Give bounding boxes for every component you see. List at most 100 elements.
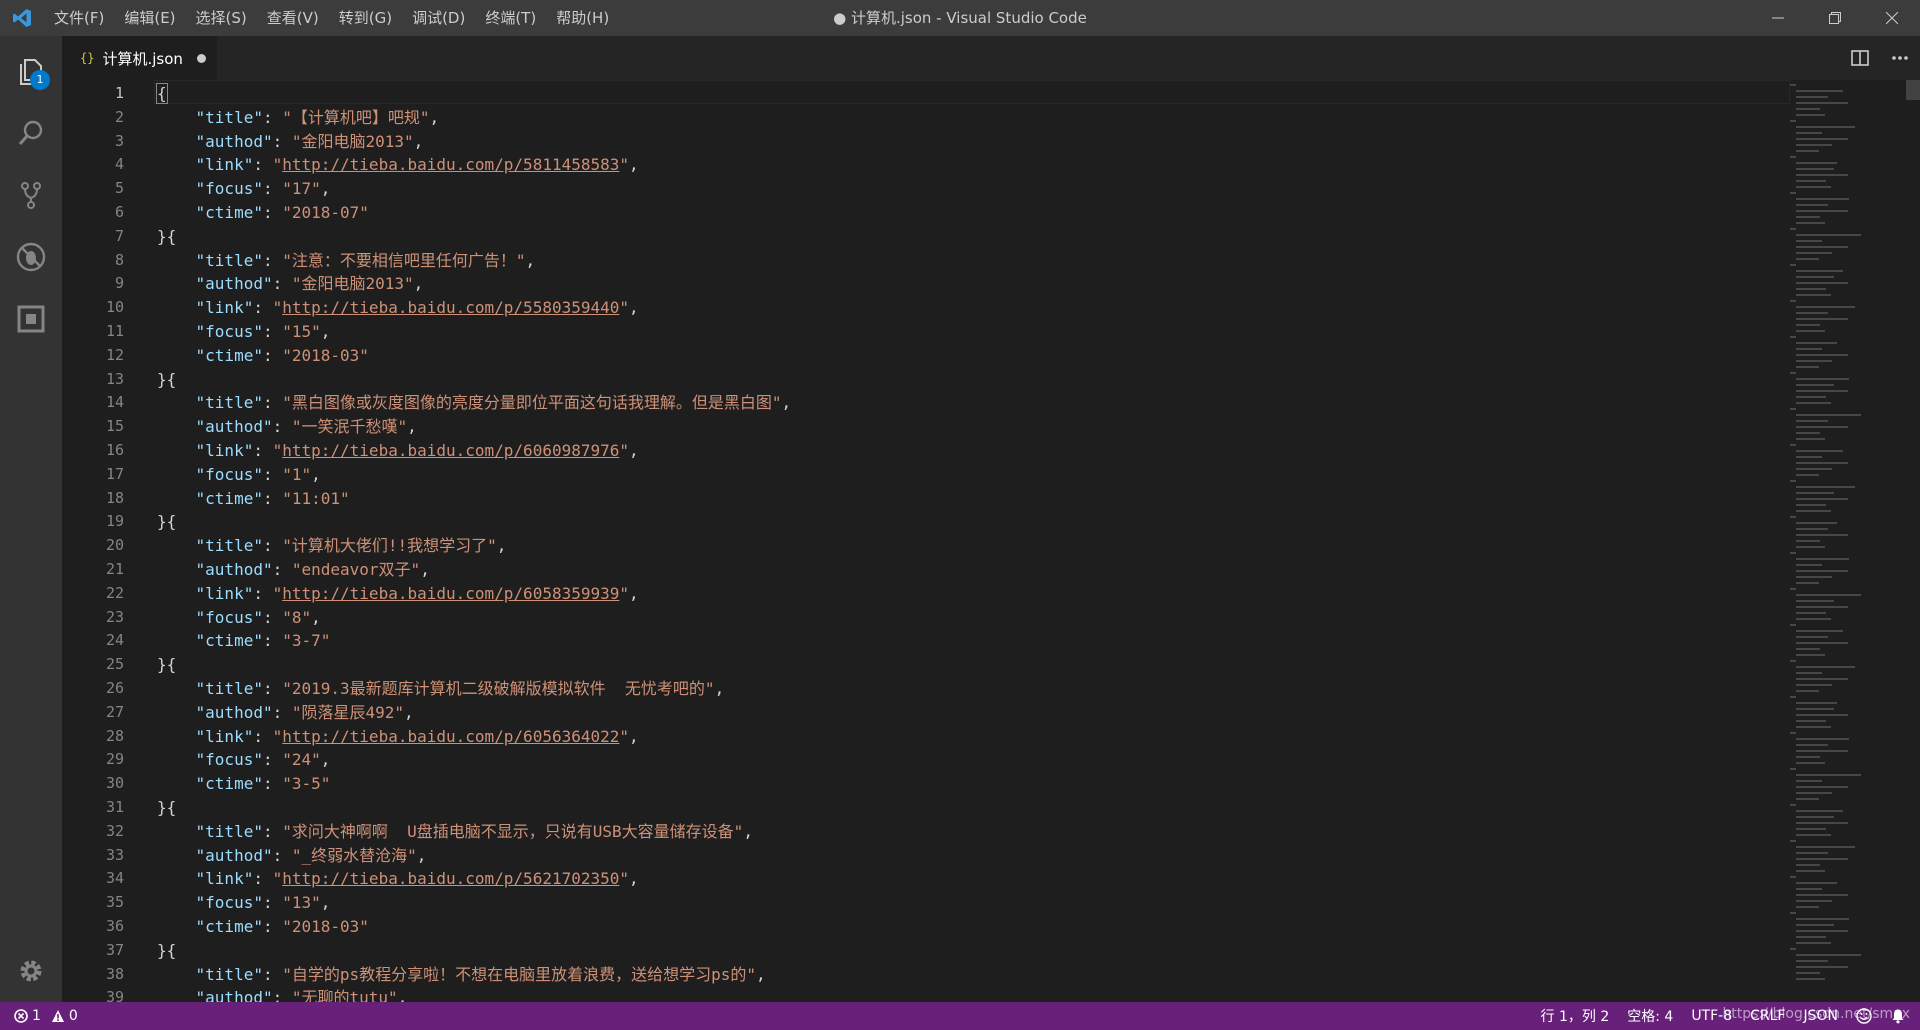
- code-line[interactable]: "link": "http://tieba.baidu.com/p/558035…: [157, 296, 639, 320]
- menu-go[interactable]: 转到(G): [329, 0, 402, 36]
- code-line[interactable]: "authod": "endeavor双子",: [157, 558, 430, 582]
- code-line[interactable]: "focus": "24",: [157, 748, 331, 772]
- json-punctuation: ,: [714, 679, 725, 698]
- tab-json-file[interactable]: {} 计算机.json: [62, 36, 217, 80]
- code-line[interactable]: "link": "http://tieba.baidu.com/p/562170…: [157, 867, 639, 891]
- json-link[interactable]: http://tieba.baidu.com/p/5811458583: [282, 155, 619, 174]
- minimap-line: [1796, 126, 1855, 128]
- json-punctuation: }{: [157, 226, 177, 246]
- menu-view[interactable]: 查看(V): [257, 0, 329, 36]
- json-link[interactable]: http://tieba.baidu.com/p/5621702350: [282, 869, 619, 888]
- code-line[interactable]: "ctime": "11:01": [157, 487, 350, 511]
- code-line[interactable]: "authod": "一笑泯千愁嘆",: [157, 415, 417, 439]
- code-line[interactable]: "title": "求问大神啊啊 U盘插电脑不显示，只说有USB大容量储存设备"…: [157, 820, 753, 844]
- debug-button[interactable]: [0, 226, 62, 288]
- minimap-line: [1796, 642, 1848, 644]
- scrollbar-thumb[interactable]: [1906, 80, 1920, 100]
- code-line[interactable]: "authod": "金阳电脑2013",: [157, 130, 424, 154]
- code-line[interactable]: "title": "计算机大佬们!!我想学习了",: [157, 534, 507, 558]
- code-line[interactable]: "title": "【计算机吧】吧规",: [157, 106, 440, 130]
- indentation-status[interactable]: 空格: 4: [1627, 1006, 1673, 1026]
- settings-button[interactable]: [0, 940, 62, 1002]
- problems-status[interactable]: 1 0: [14, 1008, 78, 1024]
- code-line[interactable]: }{: [157, 510, 176, 534]
- explorer-button[interactable]: 1: [0, 40, 62, 102]
- code-line[interactable]: "link": "http://tieba.baidu.com/p/606098…: [157, 439, 639, 463]
- menu-file[interactable]: 文件(F): [44, 0, 114, 36]
- code-line[interactable]: }{: [157, 939, 176, 963]
- minimap-line: [1796, 96, 1828, 98]
- menu-selection[interactable]: 选择(S): [186, 0, 257, 36]
- json-punctuation: :: [262, 679, 283, 698]
- restore-button[interactable]: [1806, 0, 1863, 36]
- minimap-line: [1790, 768, 1796, 770]
- code-line[interactable]: "link": "http://tieba.baidu.com/p/605835…: [157, 582, 639, 606]
- code-line[interactable]: "authod": "金阳电脑2013",: [157, 272, 424, 296]
- menu-debug[interactable]: 调试(D): [402, 0, 475, 36]
- code-line[interactable]: "ctime": "2018-03": [157, 915, 369, 939]
- json-string: "一笑泯千愁嘆": [291, 417, 408, 437]
- menu-terminal[interactable]: 终端(T): [475, 0, 546, 36]
- minimize-button[interactable]: [1749, 0, 1806, 36]
- json-punctuation: :: [262, 107, 283, 127]
- menu-edit[interactable]: 编辑(E): [114, 0, 185, 36]
- code-line[interactable]: }{: [157, 653, 176, 677]
- json-punctuation: :: [262, 250, 283, 270]
- code-line[interactable]: "authod": "_终弱水替沧海",: [157, 844, 427, 868]
- minimap-line: [1796, 648, 1820, 650]
- code-line[interactable]: "focus": "8",: [157, 606, 321, 630]
- code-line[interactable]: "link": "http://tieba.baidu.com/p/581145…: [157, 153, 639, 177]
- json-punctuation: ,: [397, 988, 408, 1002]
- code-line[interactable]: "ctime": "2018-07": [157, 201, 369, 225]
- json-string: "2018-03": [282, 917, 369, 936]
- code-line[interactable]: "authod": "陨落星辰492",: [157, 701, 414, 725]
- code-line[interactable]: "title": "2019.3最新题库计算机二级破解版模拟软件 无忧考吧的",: [157, 677, 725, 701]
- code-line[interactable]: "title": "自学的ps教程分享啦！不想在电脑里放着浪费，送给想学习ps的…: [157, 963, 766, 987]
- line-number: 14: [105, 393, 124, 412]
- code-line[interactable]: }{: [157, 796, 176, 820]
- code-line[interactable]: "title": "注意：不要相信吧里任何广告！",: [157, 249, 536, 273]
- split-editor-icon: [1851, 50, 1869, 66]
- code-line[interactable]: "ctime": "2018-03": [157, 344, 369, 368]
- json-link[interactable]: http://tieba.baidu.com/p/5580359440: [282, 298, 619, 317]
- split-editor-button[interactable]: [1840, 36, 1880, 80]
- json-string: ": [619, 298, 630, 318]
- close-button[interactable]: [1863, 0, 1920, 36]
- json-link[interactable]: http://tieba.baidu.com/p/6060987976: [282, 441, 619, 460]
- code-line[interactable]: "ctime": "3-5": [157, 772, 331, 796]
- code-line[interactable]: "authod": "无聊的tutu",: [157, 986, 408, 1002]
- code-line[interactable]: "focus": "17",: [157, 177, 331, 201]
- code-editor[interactable]: 1 2 3 4 5 6 7 8 9 10 11 12 13 14 15 16 17 18 19 20 21 22 23 24 2…: [62, 80, 1920, 1002]
- minimap-line: [1796, 360, 1832, 362]
- search-button[interactable]: [0, 102, 62, 164]
- code-line[interactable]: "link": "http://tieba.baidu.com/p/605636…: [157, 725, 639, 749]
- code-line[interactable]: "focus": "1",: [157, 463, 321, 487]
- code-area[interactable]: { "title": "【计算机吧】吧规", "authod": "金阳电脑20…: [156, 80, 1787, 1002]
- extensions-button[interactable]: [0, 288, 62, 350]
- watermark: https://blog.csdn.net/smax: [1722, 1006, 1910, 1022]
- code-line[interactable]: "title": "黑白图像或灰度图像的亮度分量即位平面这句话我理解。但是黑白图…: [157, 391, 792, 415]
- unsaved-dot-icon[interactable]: [196, 53, 206, 63]
- explorer-badge: 1: [30, 70, 50, 90]
- source-control-button[interactable]: [0, 164, 62, 226]
- json-link[interactable]: http://tieba.baidu.com/p/6058359939: [282, 584, 619, 603]
- json-string: ": [272, 441, 283, 460]
- minimap-line: [1790, 264, 1796, 266]
- minimap[interactable]: [1788, 80, 1906, 1002]
- more-actions-button[interactable]: [1880, 36, 1920, 80]
- code-line[interactable]: "focus": "15",: [157, 320, 331, 344]
- code-line[interactable]: {: [156, 82, 168, 106]
- minimap-line: [1796, 198, 1849, 200]
- json-punctuation: :: [262, 536, 283, 556]
- cursor-position[interactable]: 行 1，列 2: [1541, 1006, 1610, 1026]
- line-number: 4: [114, 155, 124, 174]
- code-line[interactable]: }{: [157, 225, 176, 249]
- code-line[interactable]: }{: [157, 368, 176, 392]
- code-line[interactable]: "ctime": "3-7": [157, 629, 331, 653]
- code-line[interactable]: "focus": "13",: [157, 891, 331, 915]
- vertical-scrollbar[interactable]: [1906, 80, 1920, 1002]
- json-punctuation: ,: [525, 250, 536, 270]
- json-link[interactable]: http://tieba.baidu.com/p/6056364022: [282, 727, 619, 746]
- menu-help[interactable]: 帮助(H): [546, 0, 619, 36]
- json-punctuation: ,: [320, 179, 331, 199]
